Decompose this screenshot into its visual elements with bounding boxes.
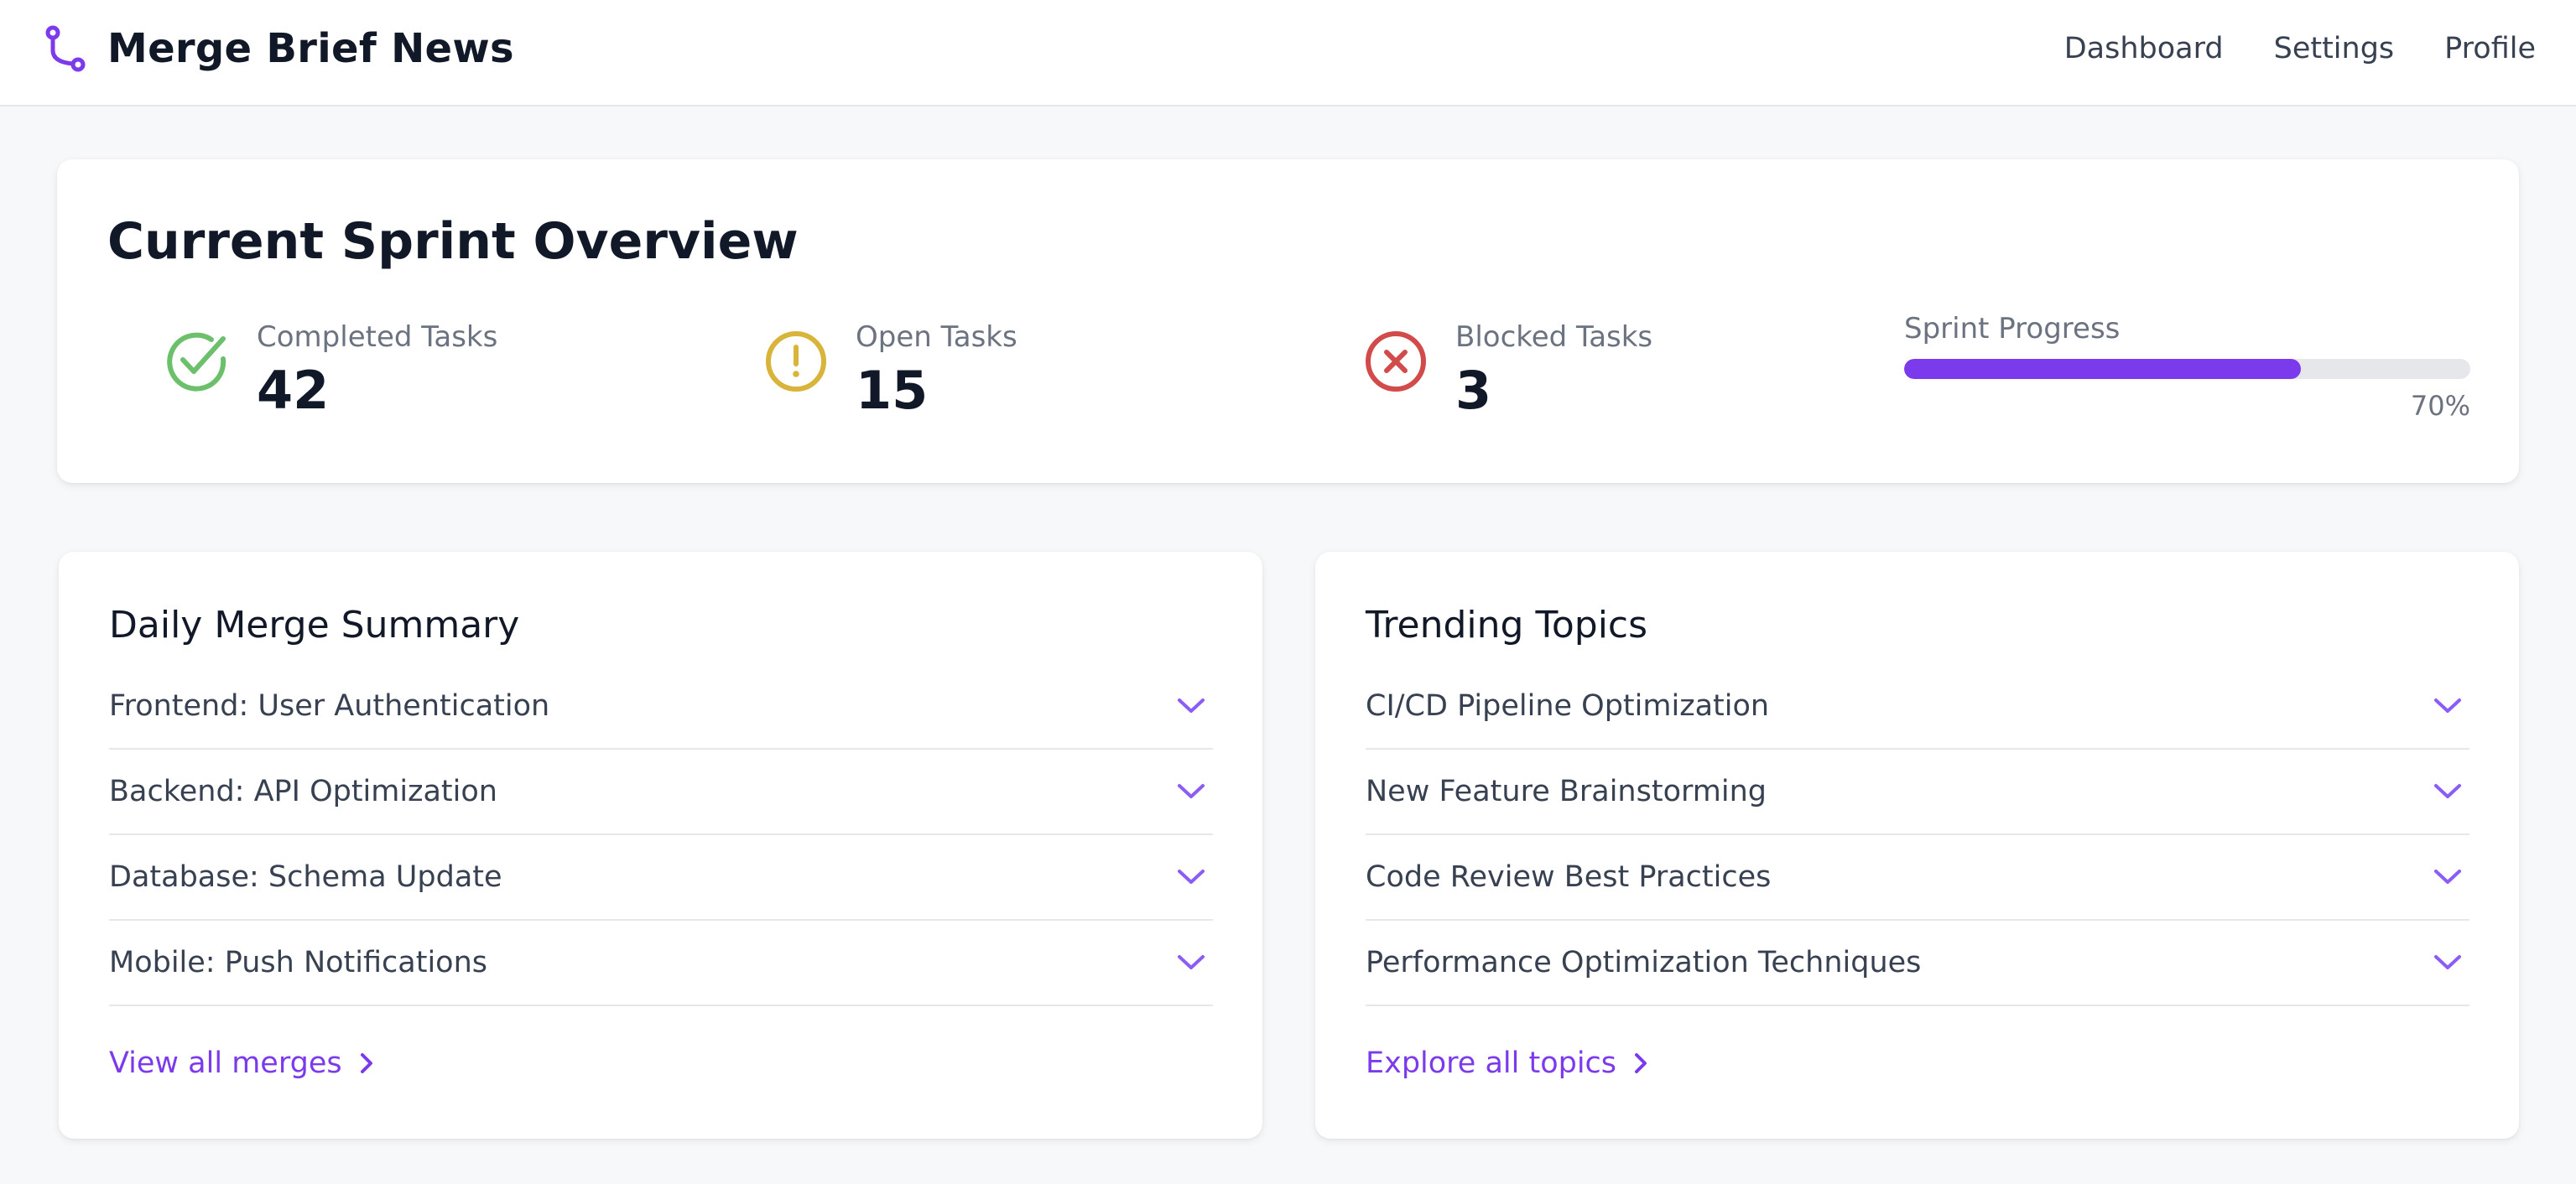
merge-item-label: Frontend: User Authentication: [109, 689, 550, 723]
merge-item-label: Backend: API Optimization: [109, 775, 497, 808]
progress-track: [1904, 359, 2470, 379]
chevron-right-icon: [1635, 1053, 1647, 1073]
chevron-down-icon[interactable]: [2433, 782, 2463, 801]
progress-percent: 70%: [2410, 390, 2470, 422]
nav-settings[interactable]: Settings: [2274, 30, 2395, 67]
git-merge-icon[interactable]: [42, 25, 87, 72]
merge-summary-card: Daily Merge Summary Frontend: User Authe…: [59, 552, 1262, 1139]
nav-dashboard[interactable]: Dashboard: [2064, 30, 2224, 67]
chevron-down-icon[interactable]: [2433, 868, 2463, 886]
merge-item-label: Mobile: Push Notifications: [109, 946, 488, 979]
topic-item-label: Code Review Best Practices: [1366, 860, 1772, 894]
stat-label: Blocked Tasks: [1455, 320, 1653, 354]
topic-item[interactable]: New Feature Brainstorming: [1366, 750, 2469, 835]
merge-item-label: Database: Schema Update: [109, 860, 502, 894]
explore-all-topics-link[interactable]: Explore all topics: [1366, 1045, 1648, 1082]
sprint-progress: Sprint Progress 70%: [1904, 310, 2470, 423]
topic-list: CI/CD Pipeline Optimization New Feature …: [1366, 664, 2469, 1006]
trending-topics-title: Trending Topics: [1366, 604, 1648, 647]
stat-label: Open Tasks: [856, 320, 1017, 354]
stat-value: 3: [1455, 360, 1492, 421]
nav-profile[interactable]: Profile: [2444, 30, 2536, 67]
topic-item-label: New Feature Brainstorming: [1366, 775, 1767, 808]
sprint-overview-card: Current Sprint Overview Completed Tasks …: [57, 159, 2519, 483]
check-circle-icon: [167, 332, 226, 392]
topic-item[interactable]: CI/CD Pipeline Optimization: [1366, 664, 2469, 750]
stat-value: 42: [257, 360, 330, 421]
chevron-down-icon[interactable]: [1176, 697, 1206, 715]
stat-label: Completed Tasks: [257, 320, 498, 354]
exclamation-circle-icon: [766, 331, 826, 392]
merge-summary-title: Daily Merge Summary: [109, 604, 520, 647]
view-all-merges-link[interactable]: View all merges: [109, 1045, 374, 1082]
app-title: Merge Brief News: [107, 25, 514, 72]
merge-item[interactable]: Mobile: Push Notifications: [109, 921, 1213, 1006]
topic-item[interactable]: Code Review Best Practices: [1366, 835, 2469, 921]
stat-value: 15: [856, 360, 929, 421]
topic-item-label: CI/CD Pipeline Optimization: [1366, 689, 1770, 723]
x-circle-icon: [1366, 331, 1426, 392]
topic-item-label: Performance Optimization Techniques: [1366, 946, 1922, 979]
topic-item[interactable]: Performance Optimization Techniques: [1366, 921, 2469, 1006]
trending-topics-card: Trending Topics CI/CD Pipeline Optimizat…: [1315, 552, 2519, 1139]
chevron-down-icon[interactable]: [2433, 697, 2463, 715]
top-nav: Dashboard Settings Profile: [2064, 30, 2536, 67]
sprint-title: Current Sprint Overview: [107, 212, 799, 271]
chevron-right-icon: [360, 1053, 372, 1073]
merge-list: Frontend: User Authentication Backend: A…: [109, 664, 1213, 1006]
chevron-down-icon[interactable]: [1176, 953, 1206, 972]
chevron-down-icon[interactable]: [1176, 782, 1206, 801]
chevron-down-icon[interactable]: [1176, 868, 1206, 886]
progress-fill: [1904, 359, 2301, 379]
progress-label: Sprint Progress: [1904, 312, 2121, 345]
merge-item[interactable]: Database: Schema Update: [109, 835, 1213, 921]
merge-item[interactable]: Frontend: User Authentication: [109, 664, 1213, 750]
chevron-down-icon[interactable]: [2433, 953, 2463, 972]
merge-item[interactable]: Backend: API Optimization: [109, 750, 1213, 835]
view-all-merges-label: View all merges: [109, 1046, 342, 1080]
explore-all-topics-label: Explore all topics: [1366, 1046, 1617, 1080]
top-header: Merge Brief News Dashboard Settings Prof…: [0, 0, 2576, 106]
